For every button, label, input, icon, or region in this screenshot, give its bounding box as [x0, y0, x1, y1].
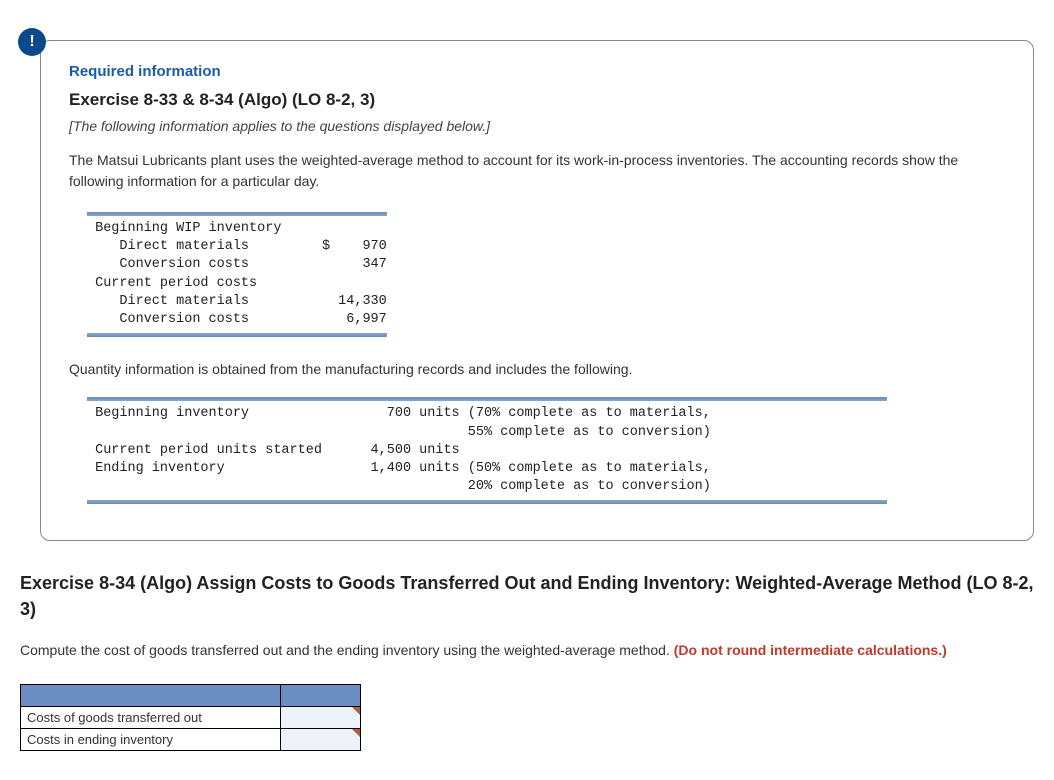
block-top-border [87, 212, 387, 216]
compute-instruction: Compute the cost of goods transferred ou… [20, 642, 1034, 658]
quantity-intro-text: Quantity information is obtained from th… [69, 361, 1005, 377]
row2-input[interactable] [281, 728, 361, 750]
cost-data-text: Beginning WIP inventory Direct materials… [87, 220, 1005, 329]
required-info-label: Required information [69, 63, 1005, 80]
exercise-8-34-title: Exercise 8-34 (Algo) Assign Costs to Goo… [20, 571, 1034, 621]
input-marker-icon [352, 707, 360, 715]
table-header-row [21, 684, 361, 706]
exercise-8-34-section: Exercise 8-34 (Algo) Assign Costs to Goo… [20, 571, 1034, 750]
exercise-title: Exercise 8-33 & 8-34 (Algo) (LO 8-2, 3) [69, 90, 1005, 110]
alert-icon: ! [18, 28, 46, 56]
header-cell-blank-2 [281, 684, 361, 706]
row1-label: Costs of goods transferred out [21, 706, 281, 728]
table-row: Costs of goods transferred out [21, 706, 361, 728]
table-row: Costs in ending inventory [21, 728, 361, 750]
input-marker-icon [352, 729, 360, 737]
answer-table: Costs of goods transferred out Costs in … [20, 684, 361, 751]
cost-data-block: Beginning WIP inventory Direct materials… [87, 212, 1005, 337]
row1-input[interactable] [281, 706, 361, 728]
row2-label: Costs in ending inventory [21, 728, 281, 750]
block-bottom-border [87, 333, 387, 337]
block-top-border [87, 397, 887, 401]
block-bottom-border [87, 500, 887, 504]
compute-text-warning: (Do not round intermediate calculations.… [674, 642, 947, 658]
following-note: [The following information applies to th… [69, 118, 1005, 134]
problem-description: The Matsui Lubricants plant uses the wei… [69, 150, 989, 192]
quantity-data-block: Beginning inventory 700 units (70% compl… [87, 397, 1005, 504]
header-cell-blank-1 [21, 684, 281, 706]
compute-text-main: Compute the cost of goods transferred ou… [20, 642, 674, 658]
quantity-data-text: Beginning inventory 700 units (70% compl… [87, 405, 1005, 496]
required-info-box: Required information Exercise 8-33 & 8-3… [40, 40, 1034, 541]
